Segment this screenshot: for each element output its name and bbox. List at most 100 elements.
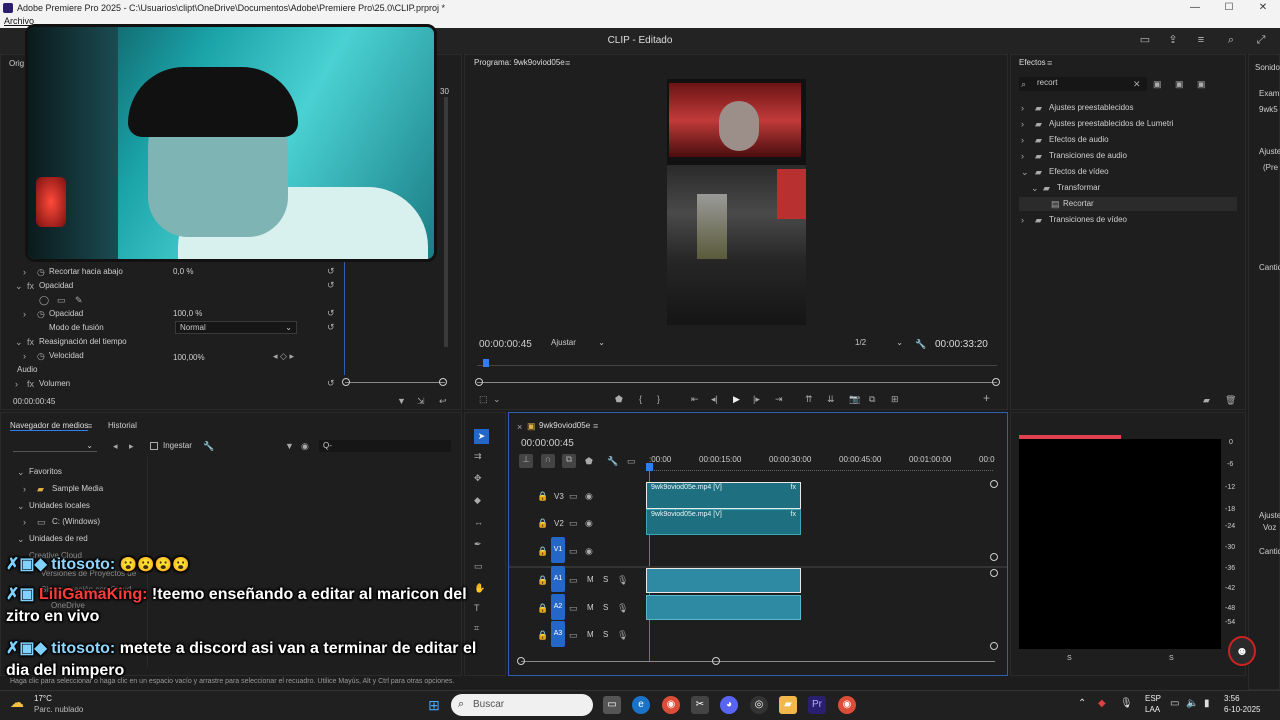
chevron-right-icon[interactable]: › — [23, 484, 26, 494]
scrollbar[interactable] — [444, 97, 448, 347]
snap-icon[interactable]: ∩ — [541, 454, 555, 468]
clear-icon[interactable]: ✕ — [1133, 79, 1141, 89]
timeline-ruler[interactable] — [647, 467, 993, 471]
search-icon[interactable]: ⌕ — [1224, 34, 1238, 46]
eye-icon[interactable]: ◉ — [585, 518, 593, 528]
meter-solo-left[interactable]: S — [1067, 655, 1072, 662]
meter-solo-right[interactable]: S — [1169, 655, 1174, 662]
mini-ruler[interactable] — [477, 360, 997, 366]
tray-app-icon[interactable]: ◆ — [1098, 698, 1106, 709]
wrench-icon[interactable]: 🔧 — [607, 456, 618, 466]
back-icon[interactable]: ◂ — [113, 441, 118, 451]
effect-timecode[interactable]: 00:00:00:45 — [13, 397, 55, 406]
chevron-down-icon[interactable]: ⌄ — [15, 281, 23, 291]
sync-lock-icon[interactable]: ▭ — [569, 518, 578, 528]
program-playhead[interactable] — [483, 359, 489, 367]
prop-velocidad-value[interactable]: 100,00% — [173, 353, 205, 362]
solo-a2[interactable]: S — [603, 603, 608, 612]
hand-tool-icon[interactable]: ✋ — [474, 583, 485, 593]
type-tool-icon[interactable]: T — [474, 603, 480, 613]
safe-margins-icon[interactable]: ⬚ — [479, 394, 488, 404]
effects-item-recortar[interactable]: Recortar — [1063, 199, 1094, 208]
stopwatch-icon[interactable]: ◷ — [37, 267, 45, 277]
lock-icon[interactable]: 🔒 — [537, 603, 548, 613]
menu-icon[interactable]: ≡ — [87, 421, 92, 431]
scroll-handle[interactable] — [990, 480, 998, 488]
filter-icon[interactable]: ▼ — [285, 441, 294, 451]
weather-temp[interactable]: 17°C — [34, 694, 52, 703]
location-select[interactable]: ⌄ — [13, 440, 97, 452]
effects-item-audio-effects[interactable]: Efectos de audio — [1049, 135, 1109, 144]
chevron-right-icon[interactable]: › — [1021, 103, 1024, 113]
close-icon[interactable]: × — [517, 422, 522, 432]
obs-icon[interactable]: ◎ — [750, 696, 768, 714]
return-icon[interactable]: ↩ — [439, 396, 447, 406]
sync-lock-icon[interactable]: ▭ — [569, 630, 578, 640]
chevron-right-icon[interactable]: › — [1021, 151, 1024, 161]
mark-out-icon[interactable]: } — [657, 394, 660, 404]
ripple-edit-icon[interactable]: ✥ — [474, 473, 482, 483]
timeline-zoom-bar[interactable] — [521, 661, 995, 662]
rectangle-tool-icon[interactable]: ▭ — [474, 561, 483, 571]
chevron-down-icon[interactable]: ⌄ — [1031, 183, 1039, 193]
chrome-icon[interactable]: ◉ — [662, 696, 680, 714]
yuv-icon[interactable]: ▣ — [1197, 79, 1206, 89]
weather-icon[interactable]: ☁ — [10, 694, 30, 714]
mark-in-icon[interactable]: { — [639, 394, 642, 404]
tree-c-drive[interactable]: C: (Windows) — [52, 517, 100, 526]
scroll-handle[interactable] — [990, 553, 998, 561]
menu-icon[interactable]: ≡ — [565, 58, 570, 68]
program-timecode[interactable]: 00:00:00:45 — [479, 339, 532, 350]
eye-icon[interactable]: ◉ — [301, 441, 309, 451]
chevron-right-icon[interactable]: › — [1021, 215, 1024, 225]
zoom-handle-right[interactable] — [439, 378, 447, 386]
chevron-right-icon[interactable]: › — [15, 379, 18, 389]
scroll-handle[interactable] — [990, 642, 998, 650]
tab-history[interactable]: Historial — [108, 421, 137, 430]
wrench-icon[interactable]: 🔧 — [915, 339, 926, 349]
track-v1-button[interactable]: V1 — [551, 537, 565, 563]
menu-icon[interactable]: ≡ — [1194, 34, 1208, 46]
chevron-down-icon[interactable]: ⌄ — [1021, 167, 1029, 177]
selection-tool-icon[interactable]: ➤ — [474, 429, 489, 444]
32bit-icon[interactable]: ▣ — [1175, 79, 1184, 89]
discord-icon[interactable]: ◕ — [720, 696, 738, 714]
reset-icon[interactable]: ↺ — [327, 266, 335, 276]
zoom-handle-right[interactable] — [992, 378, 1000, 386]
taskbar-search[interactable]: Buscar — [451, 694, 593, 716]
weather-desc[interactable]: Parc. nublado — [34, 705, 83, 714]
reset-icon[interactable]: ↺ — [327, 378, 335, 388]
close-icon[interactable]: ✕ — [1246, 0, 1280, 15]
mic-icon[interactable]: 🎙 — [617, 603, 628, 613]
ellipse-mask-icon[interactable]: ◯ — [39, 295, 49, 305]
chevron-down-icon[interactable]: ⌄ — [17, 534, 25, 544]
lang-1[interactable]: ESP — [1145, 694, 1161, 703]
track-a1-button[interactable]: A1 — [551, 566, 565, 592]
chevron-right-icon[interactable]: › — [1021, 135, 1024, 145]
minimize-icon[interactable]: — — [1178, 0, 1212, 15]
chevron-down-icon[interactable]: ⌄ — [15, 337, 23, 347]
prop-recortar-abajo-value[interactable]: 0,0 % — [173, 267, 193, 276]
audio-clip-a2[interactable] — [646, 595, 801, 620]
accelerated-icon[interactable]: ▣ — [1153, 79, 1162, 89]
zoom-handle-left[interactable] — [342, 378, 350, 386]
comparison-icon[interactable]: ⧉ — [869, 394, 875, 404]
effects-item-audio-transitions[interactable]: Transiciones de audio — [1049, 151, 1127, 160]
chevron-down-icon[interactable]: ⌄ — [17, 467, 25, 477]
eye-icon[interactable]: ◉ — [585, 491, 593, 501]
add-marker-icon[interactable]: ⬟ — [615, 394, 623, 404]
lock-icon[interactable]: 🔒 — [537, 575, 548, 585]
nest-toggle-icon[interactable]: ⊥ — [519, 454, 533, 468]
effects-item-presets[interactable]: Ajustes preestablecidos — [1049, 103, 1134, 112]
sound-tab[interactable]: Sonido — [1255, 63, 1280, 72]
resolution-select[interactable]: 1/2 ⌄ — [851, 337, 907, 351]
tab-media-browser[interactable]: Navegador de medios — [10, 421, 89, 431]
file-explorer-icon[interactable]: ▰ — [779, 696, 797, 714]
task-view-icon[interactable]: ▭ — [603, 696, 621, 714]
timeline-playhead[interactable] — [646, 463, 653, 471]
chevron-right-icon[interactable]: › — [23, 517, 26, 527]
mic-icon[interactable]: 🎙 — [617, 630, 628, 640]
multicam-icon[interactable]: ⊞ — [891, 394, 899, 404]
chevron-down-icon[interactable]: ⌄ — [493, 394, 501, 404]
media-search-input[interactable]: Q- — [319, 440, 451, 452]
